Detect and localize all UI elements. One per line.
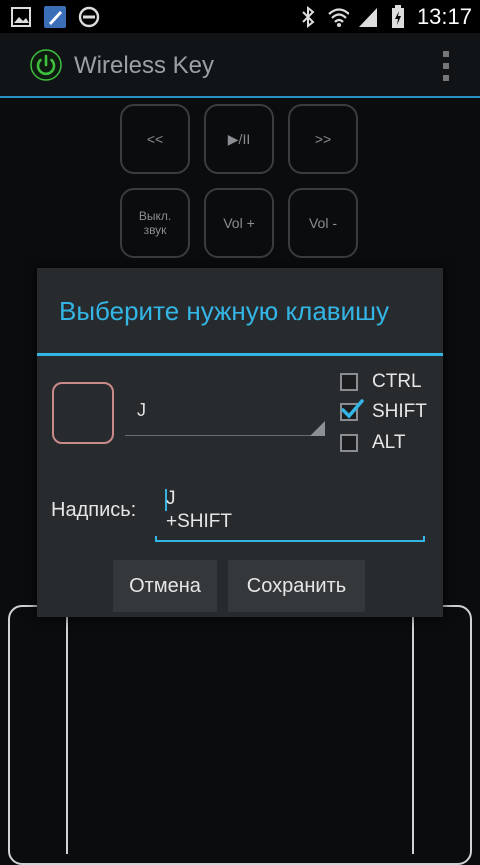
bluetooth-icon [297, 6, 319, 28]
shift-checkbox[interactable]: SHIFT [340, 399, 427, 423]
mute-key[interactable]: Выкл. звук [120, 188, 190, 258]
touchpad-left-divider [66, 615, 68, 854]
overflow-menu-icon[interactable] [442, 51, 450, 81]
key-spinner[interactable]: J [125, 398, 325, 436]
key-color-box[interactable] [52, 382, 114, 444]
status-bar: 13:17 [0, 0, 480, 33]
dialog-title: Выберите нужную клавишу [59, 296, 389, 326]
fast-forward-key[interactable]: >> [288, 104, 358, 174]
caption-line-1: J [166, 488, 176, 509]
status-time: 13:17 [416, 4, 472, 29]
checkmark-icon [341, 399, 364, 419]
action-bar: Wireless Key [0, 33, 480, 98]
alt-checkbox[interactable]: ALT [340, 432, 405, 454]
app-title: Wireless Key [74, 52, 215, 79]
rewind-key[interactable]: << [120, 104, 190, 174]
caption-label: Надпись: [51, 499, 137, 521]
ctrl-label: CTRL [372, 371, 422, 392]
play-pause-key[interactable]: ▶/II [204, 104, 274, 174]
volume-up-key[interactable]: Vol + [204, 188, 274, 258]
alt-label: ALT [372, 432, 406, 453]
checkbox-box [340, 373, 358, 391]
key-select-dialog: Выберите нужную клавишу J CTRL SHIFT ALT… [37, 268, 443, 617]
checkbox-box [340, 399, 364, 421]
signal-icon [357, 6, 379, 28]
shift-label: SHIFT [372, 401, 427, 422]
save-button[interactable]: Сохранить [228, 560, 365, 612]
caption-input[interactable]: J +SHIFT [155, 486, 425, 542]
caption-line-2: +SHIFT [166, 511, 232, 532]
power-icon[interactable] [30, 49, 62, 81]
volume-down-key[interactable]: Vol - [288, 188, 358, 258]
checkbox-box [340, 434, 358, 452]
key-spinner-value: J [137, 400, 146, 420]
pen-app-icon [44, 6, 66, 28]
wifi-icon [327, 6, 349, 28]
touchpad-right-divider [412, 615, 414, 854]
spinner-triangle-icon [310, 421, 325, 436]
cancel-button[interactable]: Отмена [113, 560, 217, 612]
dialog-divider [37, 353, 443, 356]
battery-icon [387, 5, 409, 28]
do-not-disturb-icon [78, 6, 100, 28]
ctrl-checkbox[interactable]: CTRL [340, 371, 422, 393]
touchpad[interactable] [8, 605, 472, 865]
gallery-icon [10, 6, 32, 28]
